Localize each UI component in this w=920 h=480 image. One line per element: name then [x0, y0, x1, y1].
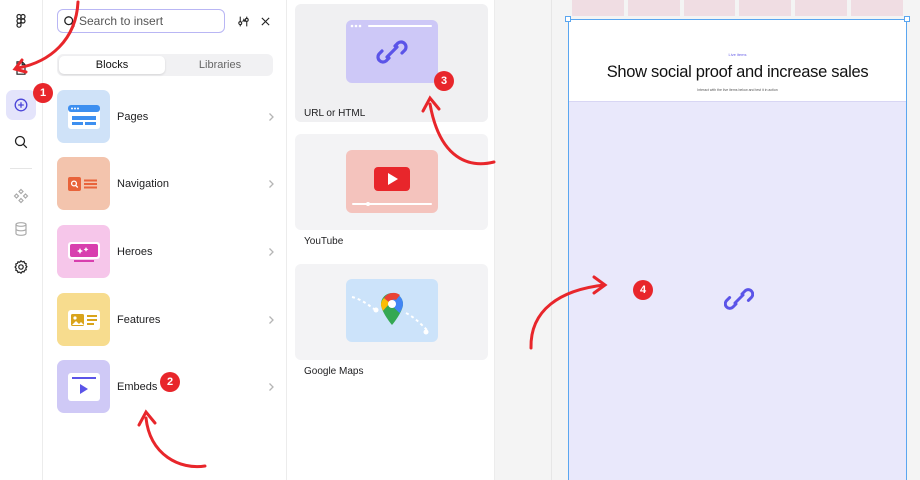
- navigation-thumbnail: [57, 157, 110, 210]
- database-icon[interactable]: [6, 214, 36, 244]
- embed-card-youtube[interactable]: YouTube: [295, 134, 488, 247]
- hero-banner-icon: [67, 241, 100, 262]
- component-icon[interactable]: [6, 181, 36, 211]
- category-label: Navigation: [117, 177, 169, 190]
- category-label: Features: [117, 313, 161, 326]
- pages-thumbnail: [57, 90, 110, 143]
- chevron-right-icon: [265, 245, 277, 257]
- embeds-thumbnail: [57, 360, 110, 413]
- embed-label: Google Maps: [304, 366, 364, 377]
- rail-divider: [10, 168, 32, 169]
- design-canvas[interactable]: Live items Show social proof and increas…: [495, 0, 920, 480]
- chevron-right-icon: [265, 177, 277, 189]
- settings-gear-icon[interactable]: [6, 252, 36, 282]
- close-icon[interactable]: [256, 12, 274, 30]
- category-label: Pages: [117, 110, 149, 123]
- resize-handle[interactable]: [904, 16, 910, 22]
- frame-title: Show social proof and increase sales: [606, 63, 869, 81]
- category-heroes[interactable]: Heroes: [57, 225, 277, 278]
- page-layout-icon: [67, 104, 100, 129]
- google-maps-preview: [346, 279, 438, 342]
- icon-rail: [0, 0, 43, 480]
- features-thumbnail: [57, 293, 110, 346]
- step-badge-3: 3: [434, 71, 454, 91]
- insert-icon[interactable]: [6, 90, 36, 120]
- category-features[interactable]: Features: [57, 293, 277, 346]
- embed-label: YouTube: [304, 236, 344, 247]
- feature-card-icon: [67, 309, 100, 330]
- step-badge-4: 4: [633, 280, 653, 300]
- resize-handle[interactable]: [565, 16, 571, 22]
- canvas-guide: [551, 0, 552, 480]
- category-label: Embeds: [117, 380, 158, 393]
- embed-card-google-maps[interactable]: Google Maps: [295, 264, 488, 377]
- insert-panel: Blocks Libraries Pages Navigation Heroes…: [43, 0, 287, 480]
- tab-blocks[interactable]: Blocks: [59, 56, 165, 74]
- chevron-right-icon: [265, 110, 277, 122]
- category-label: Heroes: [117, 245, 153, 258]
- frame-subtitle: Interact with the live items below and t…: [697, 88, 778, 92]
- chevron-right-icon: [265, 313, 277, 325]
- embed-label: URL or HTML: [304, 108, 366, 119]
- navigation-bar-icon: [67, 176, 97, 191]
- search-box[interactable]: [57, 9, 225, 33]
- embed-video-icon: [67, 372, 100, 401]
- youtube-play-icon: [352, 167, 432, 206]
- link-icon: [724, 288, 754, 310]
- embed-drop-area[interactable]: [569, 101, 906, 480]
- step-badge-1: 1: [33, 83, 53, 103]
- url-html-preview: [346, 20, 438, 83]
- blocks-libraries-tabs: Blocks Libraries: [57, 54, 273, 76]
- category-navigation[interactable]: Navigation: [57, 157, 277, 210]
- heroes-thumbnail: [57, 225, 110, 278]
- tab-libraries[interactable]: Libraries: [167, 54, 273, 76]
- figma-logo-icon[interactable]: [6, 6, 36, 36]
- frame-eyebrow: Live items: [728, 52, 747, 57]
- step-badge-2: 2: [160, 372, 180, 392]
- filter-sliders-icon[interactable]: [234, 12, 252, 30]
- embed-card-url-html[interactable]: URL or HTML: [295, 4, 488, 122]
- search-input[interactable]: [79, 14, 219, 28]
- embeds-list: URL or HTML YouTube Google Maps: [288, 0, 495, 480]
- chevron-right-icon: [265, 380, 277, 392]
- selected-frame[interactable]: Live items Show social proof and increas…: [568, 19, 907, 480]
- youtube-preview: [346, 150, 438, 213]
- frame-top-strip: [568, 0, 907, 19]
- search-icon: [64, 15, 75, 27]
- search-icon[interactable]: [6, 127, 36, 157]
- link-icon: [350, 24, 432, 64]
- category-pages[interactable]: Pages: [57, 90, 277, 143]
- map-pin-icon: [351, 292, 429, 335]
- page-icon[interactable]: [6, 53, 36, 83]
